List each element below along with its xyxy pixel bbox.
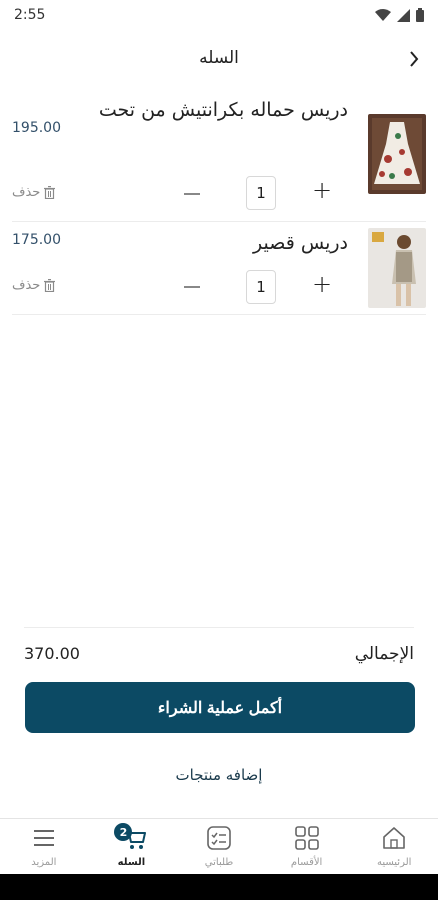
orders-icon [207,826,231,850]
nav-label: الأقسام [290,857,323,868]
nav-label: السله [117,857,146,868]
nav-item-categories[interactable]: الأقسام [263,819,351,874]
delete-label: حذف [12,278,41,293]
nav-item-orders[interactable]: طلباتي [175,819,263,874]
quantity-value: 1 [246,270,276,304]
product-price: 195.00 [12,120,61,136]
wifi-icon [375,8,391,21]
grid-icon [294,826,319,850]
system-navigation-bar [0,874,438,900]
total-row: 370.00 الإجمالي [24,627,414,673]
nav-item-home[interactable]: الرئيسيه [350,819,438,874]
nav-label: طلباتي [204,857,234,868]
cart-icon-wrapper: 2 [114,823,147,851]
chevron-right-icon [410,51,419,67]
checkout-button[interactable]: أكمل عملية الشراء [25,682,415,733]
quantity-increase-button[interactable]: + [312,176,332,204]
nav-item-more[interactable]: المزيد [0,819,88,874]
page-title: السله [199,48,239,68]
delete-label: حذف [12,185,41,200]
status-icons [375,8,424,22]
quantity-increase-button[interactable]: + [312,270,332,298]
nav-item-cart[interactable]: 2 السله [88,819,176,874]
menu-icon [33,830,54,846]
cart-item: دريس قصير 175.00 + 1 حذف [12,222,426,315]
product-price: 175.00 [12,232,61,248]
quantity-decrease-button[interactable] [184,193,200,195]
status-time: 2:55 [14,7,46,23]
status-bar: 2:55 [0,0,438,30]
nav-label: المزيد [31,857,57,868]
header: السله [0,38,438,80]
bottom-nav: الرئيسيه الأقسام طلباتي 2 السله المزيد [0,818,438,874]
product-image[interactable] [368,228,426,308]
quantity-decrease-button[interactable] [184,286,200,288]
product-name: دريس حماله بكرانتيش من تحت [98,99,348,121]
delete-button[interactable]: حذف [12,278,56,293]
add-products-link[interactable]: إضافه منتجات [0,766,438,784]
trash-icon [44,186,56,199]
total-label: الإجمالي [354,643,414,664]
product-image[interactable] [368,114,426,194]
home-icon [383,827,406,849]
total-value: 370.00 [24,644,80,663]
back-button[interactable] [404,48,424,70]
battery-icon [416,8,424,22]
signal-icon [397,8,410,22]
quantity-value: 1 [246,176,276,210]
product-name: دريس قصير [253,232,348,254]
delete-button[interactable]: حذف [12,185,56,200]
nav-label: الرئيسيه [376,857,412,868]
trash-icon [44,279,56,292]
cart-item: دريس حماله بكرانتيش من تحت 195.00 + 1 حذ… [12,92,426,222]
